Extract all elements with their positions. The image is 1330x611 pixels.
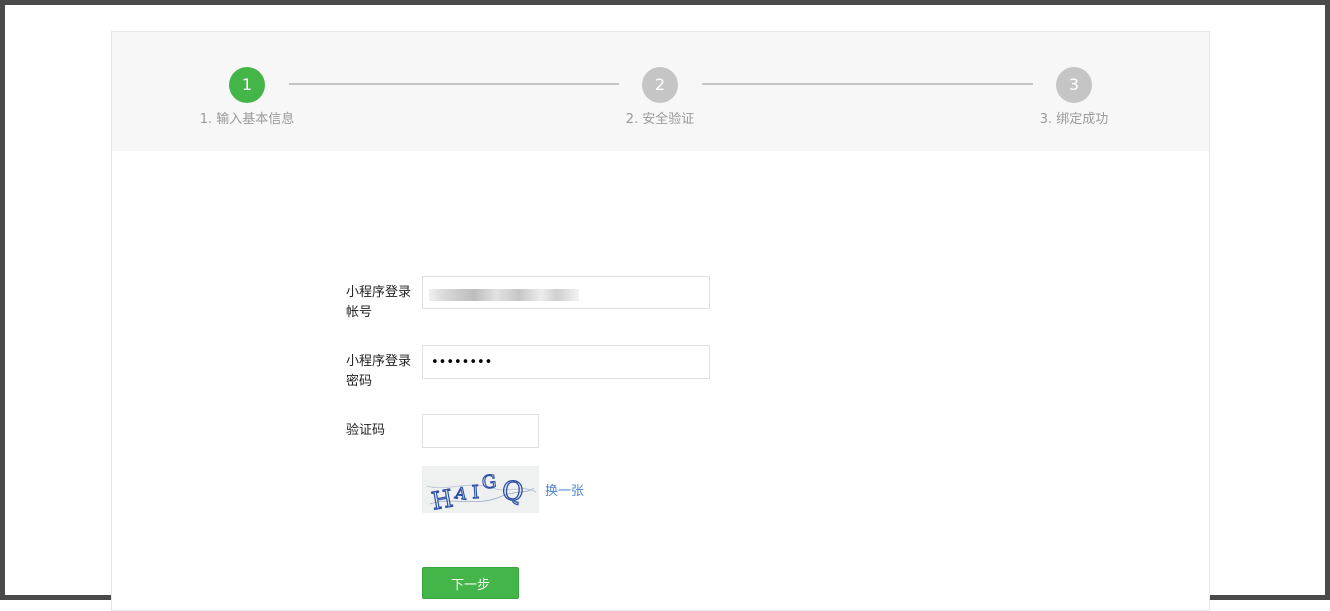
window-frame: 1 1. 输入基本信息 2 2. 安全验证 3 3. 绑定成功 小程序登录帐号 … (0, 0, 1330, 611)
svg-text:H: H (430, 484, 455, 513)
svg-text:A: A (453, 483, 469, 504)
progress-steps: 1 1. 输入基本信息 2 2. 安全验证 3 3. 绑定成功 (112, 32, 1209, 151)
step-3-indicator: 3 (1056, 67, 1092, 103)
account-field[interactable] (422, 276, 710, 309)
bind-panel: 1 1. 输入基本信息 2 2. 安全验证 3 3. 绑定成功 小程序登录帐号 … (111, 31, 1210, 611)
captcha-field[interactable] (422, 414, 539, 448)
password-label: 小程序登录密码 (346, 354, 412, 389)
step-1-label: 1. 输入基本信息 (199, 112, 295, 127)
refresh-captcha-link[interactable]: 换一张 (545, 480, 584, 499)
svg-text:G: G (481, 471, 498, 493)
captcha-label: 验证码 (346, 423, 386, 438)
captcha-image[interactable]: H A I G Q (422, 466, 539, 516)
step-2-label: 2. 安全验证 (625, 112, 695, 127)
svg-text:I: I (471, 482, 480, 503)
redacted-account-value (429, 289, 579, 301)
step-2-indicator: 2 (642, 67, 678, 103)
account-label: 小程序登录帐号 (346, 285, 412, 320)
captcha-graphic: H A I G Q (426, 471, 537, 516)
step-connector (702, 83, 1033, 85)
next-button[interactable]: 下一步 (422, 567, 519, 599)
step-1-indicator: 1 (229, 67, 265, 103)
step-connector (289, 83, 619, 85)
step-3-label: 3. 绑定成功 (1039, 112, 1109, 127)
svg-text:Q: Q (500, 476, 524, 508)
password-field[interactable] (422, 345, 710, 379)
